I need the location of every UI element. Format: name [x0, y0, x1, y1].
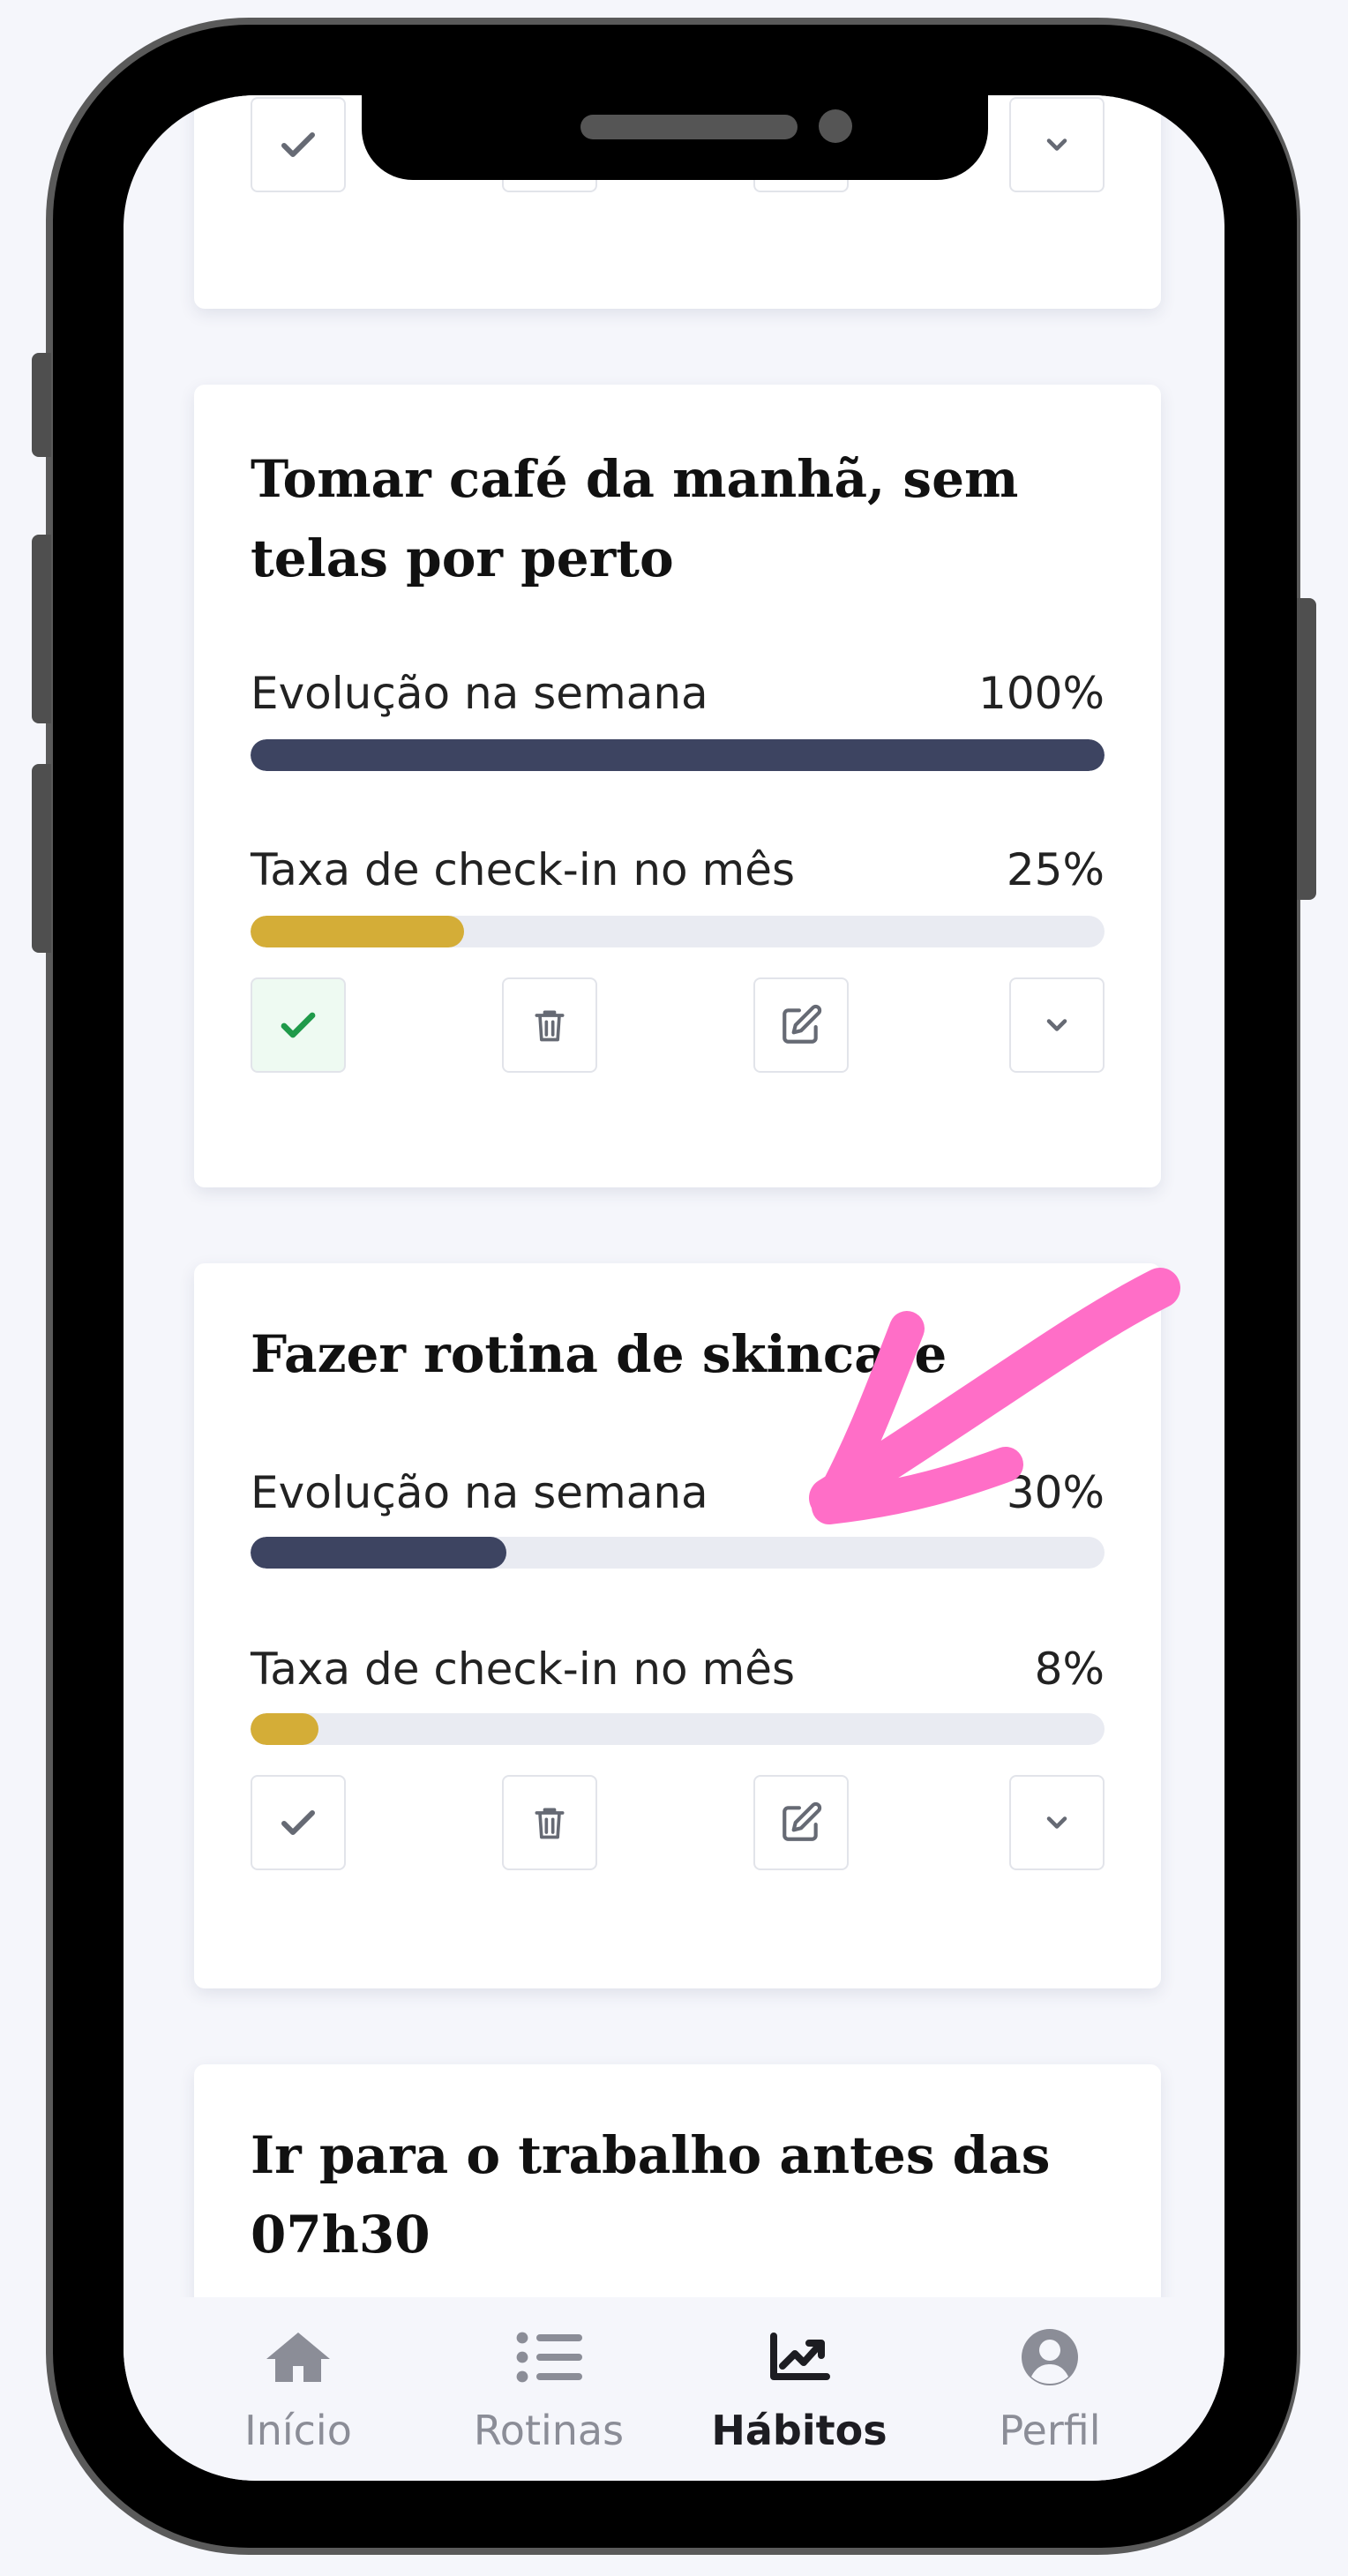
- nav-item-habitos[interactable]: Hábitos: [674, 2297, 925, 2481]
- nav-item-rotinas[interactable]: Rotinas: [423, 2297, 674, 2481]
- phone-volume-up: [32, 535, 51, 723]
- nav-item-perfil[interactable]: Perfil: [925, 2297, 1175, 2481]
- phone-silent-switch: [32, 353, 51, 457]
- phone-power-button: [1297, 598, 1316, 900]
- bottom-navigation: Início Rotinas Hábitos Perfil: [124, 2297, 1224, 2481]
- chart-line-icon: [770, 2333, 830, 2380]
- nav-label: Hábitos: [711, 2407, 887, 2454]
- annotation-arrow-icon: [809, 1268, 1180, 1524]
- nav-label: Início: [244, 2407, 352, 2454]
- nav-label: Rotinas: [473, 2407, 625, 2454]
- list-icon: [516, 2332, 582, 2383]
- phone-volume-down: [32, 764, 51, 953]
- phone-notch: [362, 95, 988, 180]
- user-circle-icon: [1022, 2329, 1078, 2385]
- app-screen[interactable]: Tomar café da manhã, sem telas por perto…: [124, 95, 1224, 2481]
- phone-speaker: [580, 115, 798, 139]
- nav-item-inicio[interactable]: Início: [173, 2297, 423, 2481]
- home-icon: [266, 2333, 330, 2382]
- phone-camera: [819, 109, 852, 143]
- nav-label: Perfil: [999, 2407, 1101, 2454]
